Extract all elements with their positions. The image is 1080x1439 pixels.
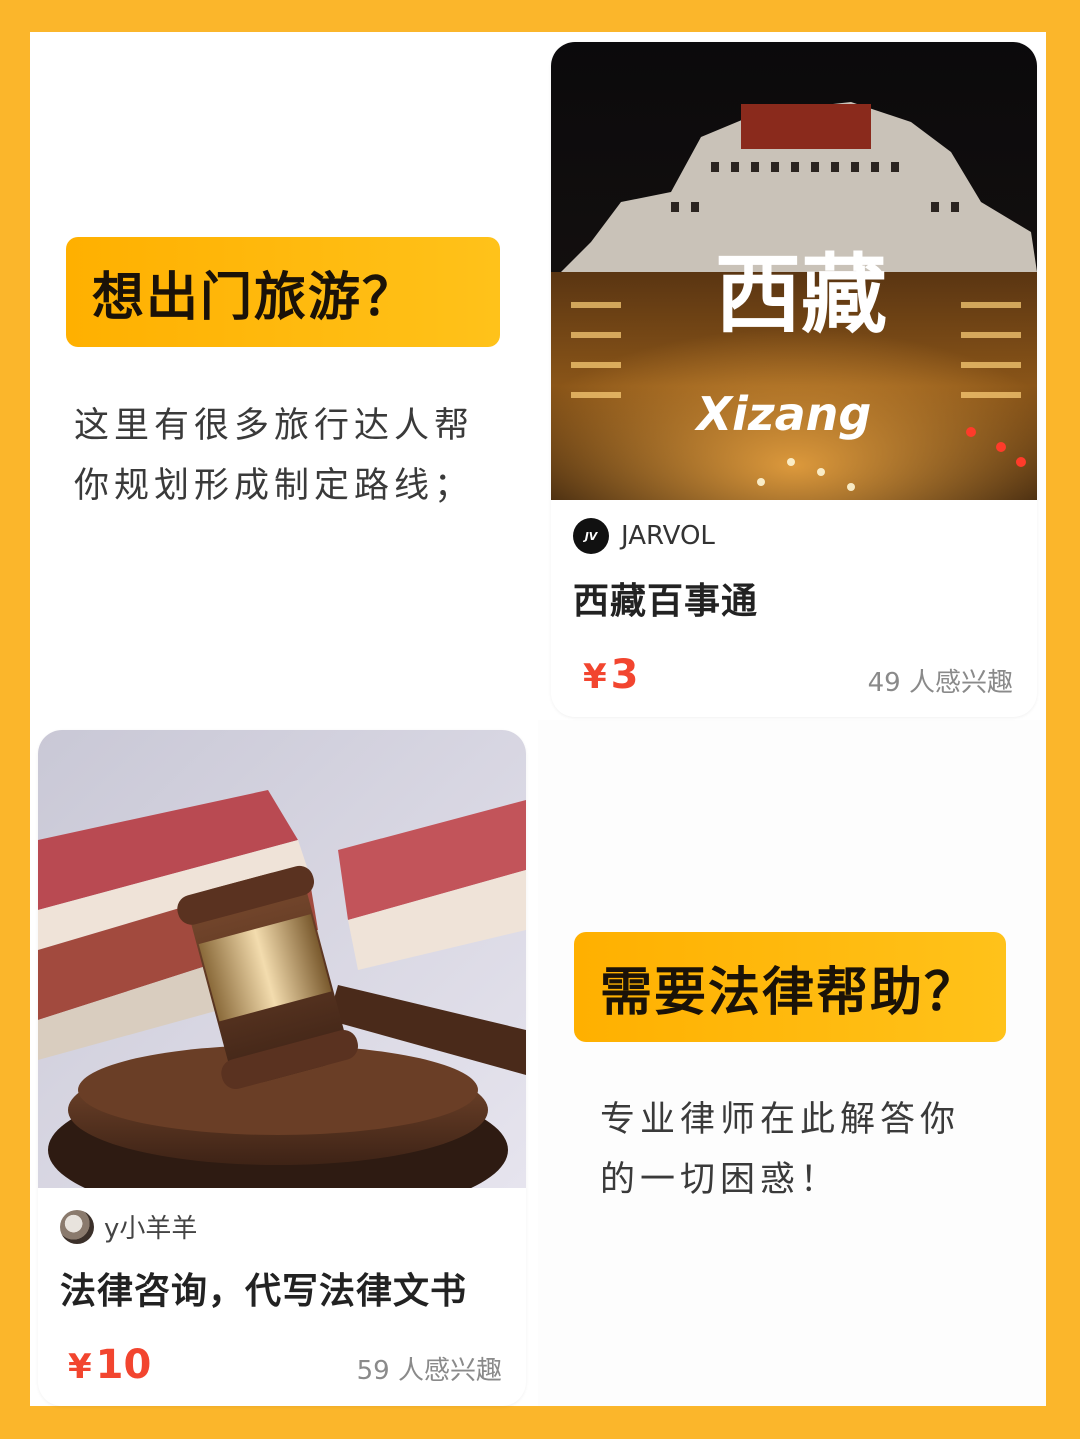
law-description-line2: 的一切困惑！	[600, 1160, 841, 1200]
author-name: y小羊羊	[104, 1214, 198, 1244]
avatar: JV	[573, 518, 609, 554]
law-panel	[538, 720, 1046, 1406]
currency-symbol: ¥	[68, 1347, 92, 1387]
tibet-service-card[interactable]: 西藏 Xizang JV JARVOL 西藏百事通 ¥3 49 人感兴趣	[551, 42, 1037, 717]
author-row[interactable]: JV JARVOL	[573, 518, 715, 554]
interest-count: 59 人感兴趣	[356, 1356, 502, 1386]
tibet-cover-image: 西藏 Xizang	[551, 42, 1037, 500]
avatar	[60, 1209, 94, 1244]
travel-panel	[30, 32, 538, 720]
price-value: 10	[95, 1342, 152, 1388]
travel-description-line2: 你规划形成制定路线；	[74, 466, 475, 506]
travel-heading: 想出门旅游？	[66, 237, 500, 347]
author-row[interactable]: y小羊羊	[60, 1208, 197, 1245]
law-description-line1: 专业律师在此解答你	[600, 1100, 961, 1140]
travel-description: 这里有很多旅行达人帮 你规划形成制定路线；	[74, 396, 510, 516]
price: ¥10	[68, 1342, 151, 1388]
currency-symbol: ¥	[583, 657, 607, 697]
interest-count: 49 人感兴趣	[867, 668, 1013, 698]
service-title: 法律咨询，代写法律文书	[60, 1271, 468, 1312]
tibet-image-subtitle: Xizang	[694, 387, 872, 441]
law-heading: 需要法律帮助？	[574, 932, 1006, 1042]
price: ¥3	[583, 652, 639, 698]
law-description: 专业律师在此解答你 的一切困惑！	[600, 1090, 1000, 1210]
law-service-card[interactable]: y小羊羊 法律咨询，代写法律文书 ¥10 59 人感兴趣	[38, 730, 526, 1406]
travel-description-line1: 这里有很多旅行达人帮	[74, 406, 475, 446]
gavel-cover-image	[38, 730, 526, 1188]
author-name: JARVOL	[621, 521, 715, 551]
tibet-image-title: 西藏	[715, 244, 887, 345]
price-value: 3	[610, 652, 639, 698]
service-title: 西藏百事通	[573, 581, 759, 622]
